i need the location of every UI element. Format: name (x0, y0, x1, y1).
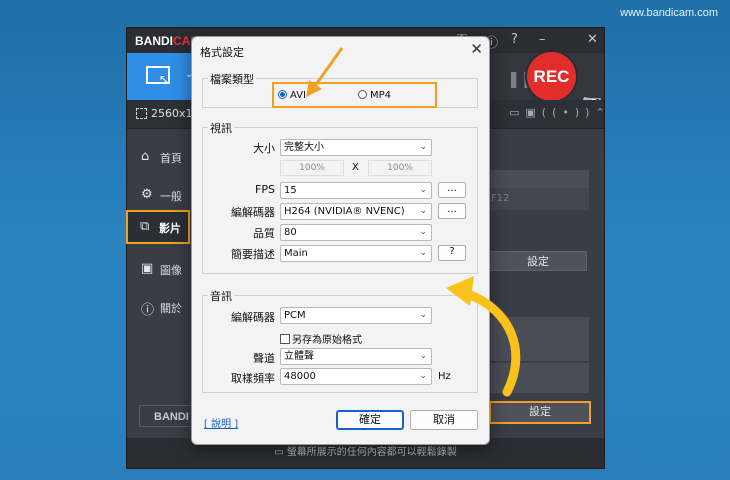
file-type-label: 檔案類型 (208, 71, 256, 87)
chevron-down-icon: ⌄ (419, 227, 427, 237)
chevron-down-icon: ⌄ (419, 310, 427, 320)
hotkey-text: F12 (491, 193, 510, 204)
fps-value: 15 (284, 185, 297, 196)
size-select[interactable]: 完整大小 ⌄ (280, 139, 432, 156)
sample-rate-value: 48000 (284, 371, 316, 382)
ok-button[interactable]: 確定 (336, 410, 404, 430)
watermark: www.bandicam.com (620, 7, 718, 19)
chevron-down-icon: ⌄ (419, 206, 427, 216)
status-text: 螢幕所展示的任何內容都可以輕鬆錄製 (286, 447, 457, 458)
radio-mp4[interactable]: MP4 (358, 90, 391, 101)
fps-label: FPS (255, 183, 275, 196)
checkbox-icon (280, 334, 290, 344)
audio-codec-select[interactable]: PCM ⌄ (280, 307, 432, 324)
sample-rate-label: 取樣頻率 (231, 372, 275, 385)
sidebar-item-image[interactable]: ▣ 圖像 (127, 252, 192, 286)
radio-avi[interactable]: AVI (278, 90, 306, 101)
scale-x: X (352, 162, 359, 173)
sidebar-item-video[interactable]: ⧉ 影片 (126, 210, 190, 244)
profile-value: Main (284, 248, 308, 259)
sidebar: ⌂ 首頁 ⚙ 一般 ⧉ 影片 ▣ 圖像 ⓘ 關於 (126, 128, 192, 428)
video-codec-select[interactable]: H264 (NVIDIA® NVENC) ⌄ (280, 203, 432, 220)
channel-label: 聲道 (253, 352, 275, 365)
close-icon[interactable]: ✕ (470, 40, 483, 58)
video-icon: ⧉ (140, 219, 150, 234)
radio-label: AVI (290, 90, 306, 101)
format-settings-dialog: 格式設定 ✕ 檔案類型 AVI MP4 視訊 大小 完整大小 ⌄ 100% X 1… (191, 36, 490, 445)
file-type-highlight: AVI MP4 (272, 82, 437, 108)
sidebar-item-home[interactable]: ⌂ 首頁 (127, 140, 192, 174)
radio-checked-icon (278, 90, 287, 99)
chevron-down-icon: ⌄ (419, 185, 427, 195)
rec-button[interactable]: REC (527, 52, 576, 101)
info-icon: ⓘ (141, 303, 155, 318)
profile-help-button[interactable]: ? (438, 245, 466, 261)
settings-button-top[interactable]: 設定 (489, 251, 587, 271)
home-icon: ⌂ (141, 149, 150, 164)
audio-label: 音訊 (208, 288, 234, 304)
size-label: 大小 (253, 142, 275, 155)
channel-select[interactable]: 立體聲 ⌄ (280, 348, 432, 365)
sidebar-item-general[interactable]: ⚙ 一般 (127, 178, 192, 212)
video-codec-value: H264 (NVIDIA® NVENC) (284, 206, 405, 217)
chevron-down-icon: ⌄ (419, 142, 427, 152)
quality-value: 80 (284, 227, 297, 238)
channel-value: 立體聲 (284, 351, 314, 362)
width-scale-field: 100% (280, 160, 344, 176)
hotkey-field: F12 (489, 188, 589, 210)
chevron-down-icon: ⌄ (419, 351, 427, 361)
codec-more-button[interactable]: ... (438, 203, 466, 219)
quality-label: 品質 (253, 227, 275, 240)
sample-rate-select[interactable]: 48000 ⌄ (280, 368, 432, 385)
radio-label: MP4 (370, 90, 392, 101)
panel-block-2 (489, 363, 589, 393)
panel-block (489, 317, 589, 361)
radio-unchecked-icon (358, 90, 367, 99)
sidebar-item-label: 首頁 (160, 152, 182, 165)
video-label: 視訊 (208, 120, 234, 136)
chevron-down-icon: ⌄ (419, 371, 427, 381)
hz-unit: Hz (438, 371, 451, 382)
fps-more-button[interactable]: ... (438, 182, 466, 198)
height-scale-field: 100% (368, 160, 432, 176)
fps-select[interactable]: 15 ⌄ (280, 182, 432, 199)
sidebar-item-label: 一般 (160, 190, 182, 203)
audio-codec-label: 編解碼器 (231, 311, 275, 324)
sidebar-item-about[interactable]: ⓘ 關於 (127, 290, 192, 324)
minimize-icon[interactable]: – (539, 32, 546, 47)
cursor-icon: ↖ (159, 72, 170, 86)
help-icon[interactable]: ? (511, 32, 518, 47)
cancel-button[interactable]: 取消 (410, 410, 478, 430)
video-codec-label: 編解碼器 (231, 206, 275, 219)
region-icon (136, 108, 147, 119)
settings-button-format[interactable]: 設定 (489, 401, 591, 424)
dialog-title: 格式設定 (200, 46, 244, 59)
close-icon[interactable]: ✕ (587, 32, 598, 47)
sidebar-item-label: 影片 (159, 222, 181, 235)
profile-select[interactable]: Main ⌄ (280, 245, 432, 262)
audio-codec-value: PCM (284, 310, 306, 321)
capture-icons[interactable]: ▭▣((•))⌃ (509, 106, 611, 119)
chat-icon: ▭ (274, 447, 287, 458)
screen-mode-button[interactable]: ↖ ⌄ (127, 53, 195, 100)
size-value: 完整大小 (284, 142, 324, 153)
profile-label: 簡要描述 (231, 248, 275, 261)
sidebar-item-label: 關於 (160, 302, 182, 315)
help-link[interactable]: [ 說明 ] (204, 415, 238, 430)
gear-icon: ⚙ (141, 187, 153, 202)
image-icon: ▣ (141, 261, 154, 276)
save-original-label: 另存為原始格式 (292, 335, 362, 346)
chevron-down-icon: ⌄ (419, 248, 427, 258)
sidebar-item-label: 圖像 (160, 264, 182, 277)
save-original-checkbox[interactable]: 另存為原始格式 (280, 331, 362, 346)
quality-select[interactable]: 80 ⌄ (280, 224, 432, 241)
